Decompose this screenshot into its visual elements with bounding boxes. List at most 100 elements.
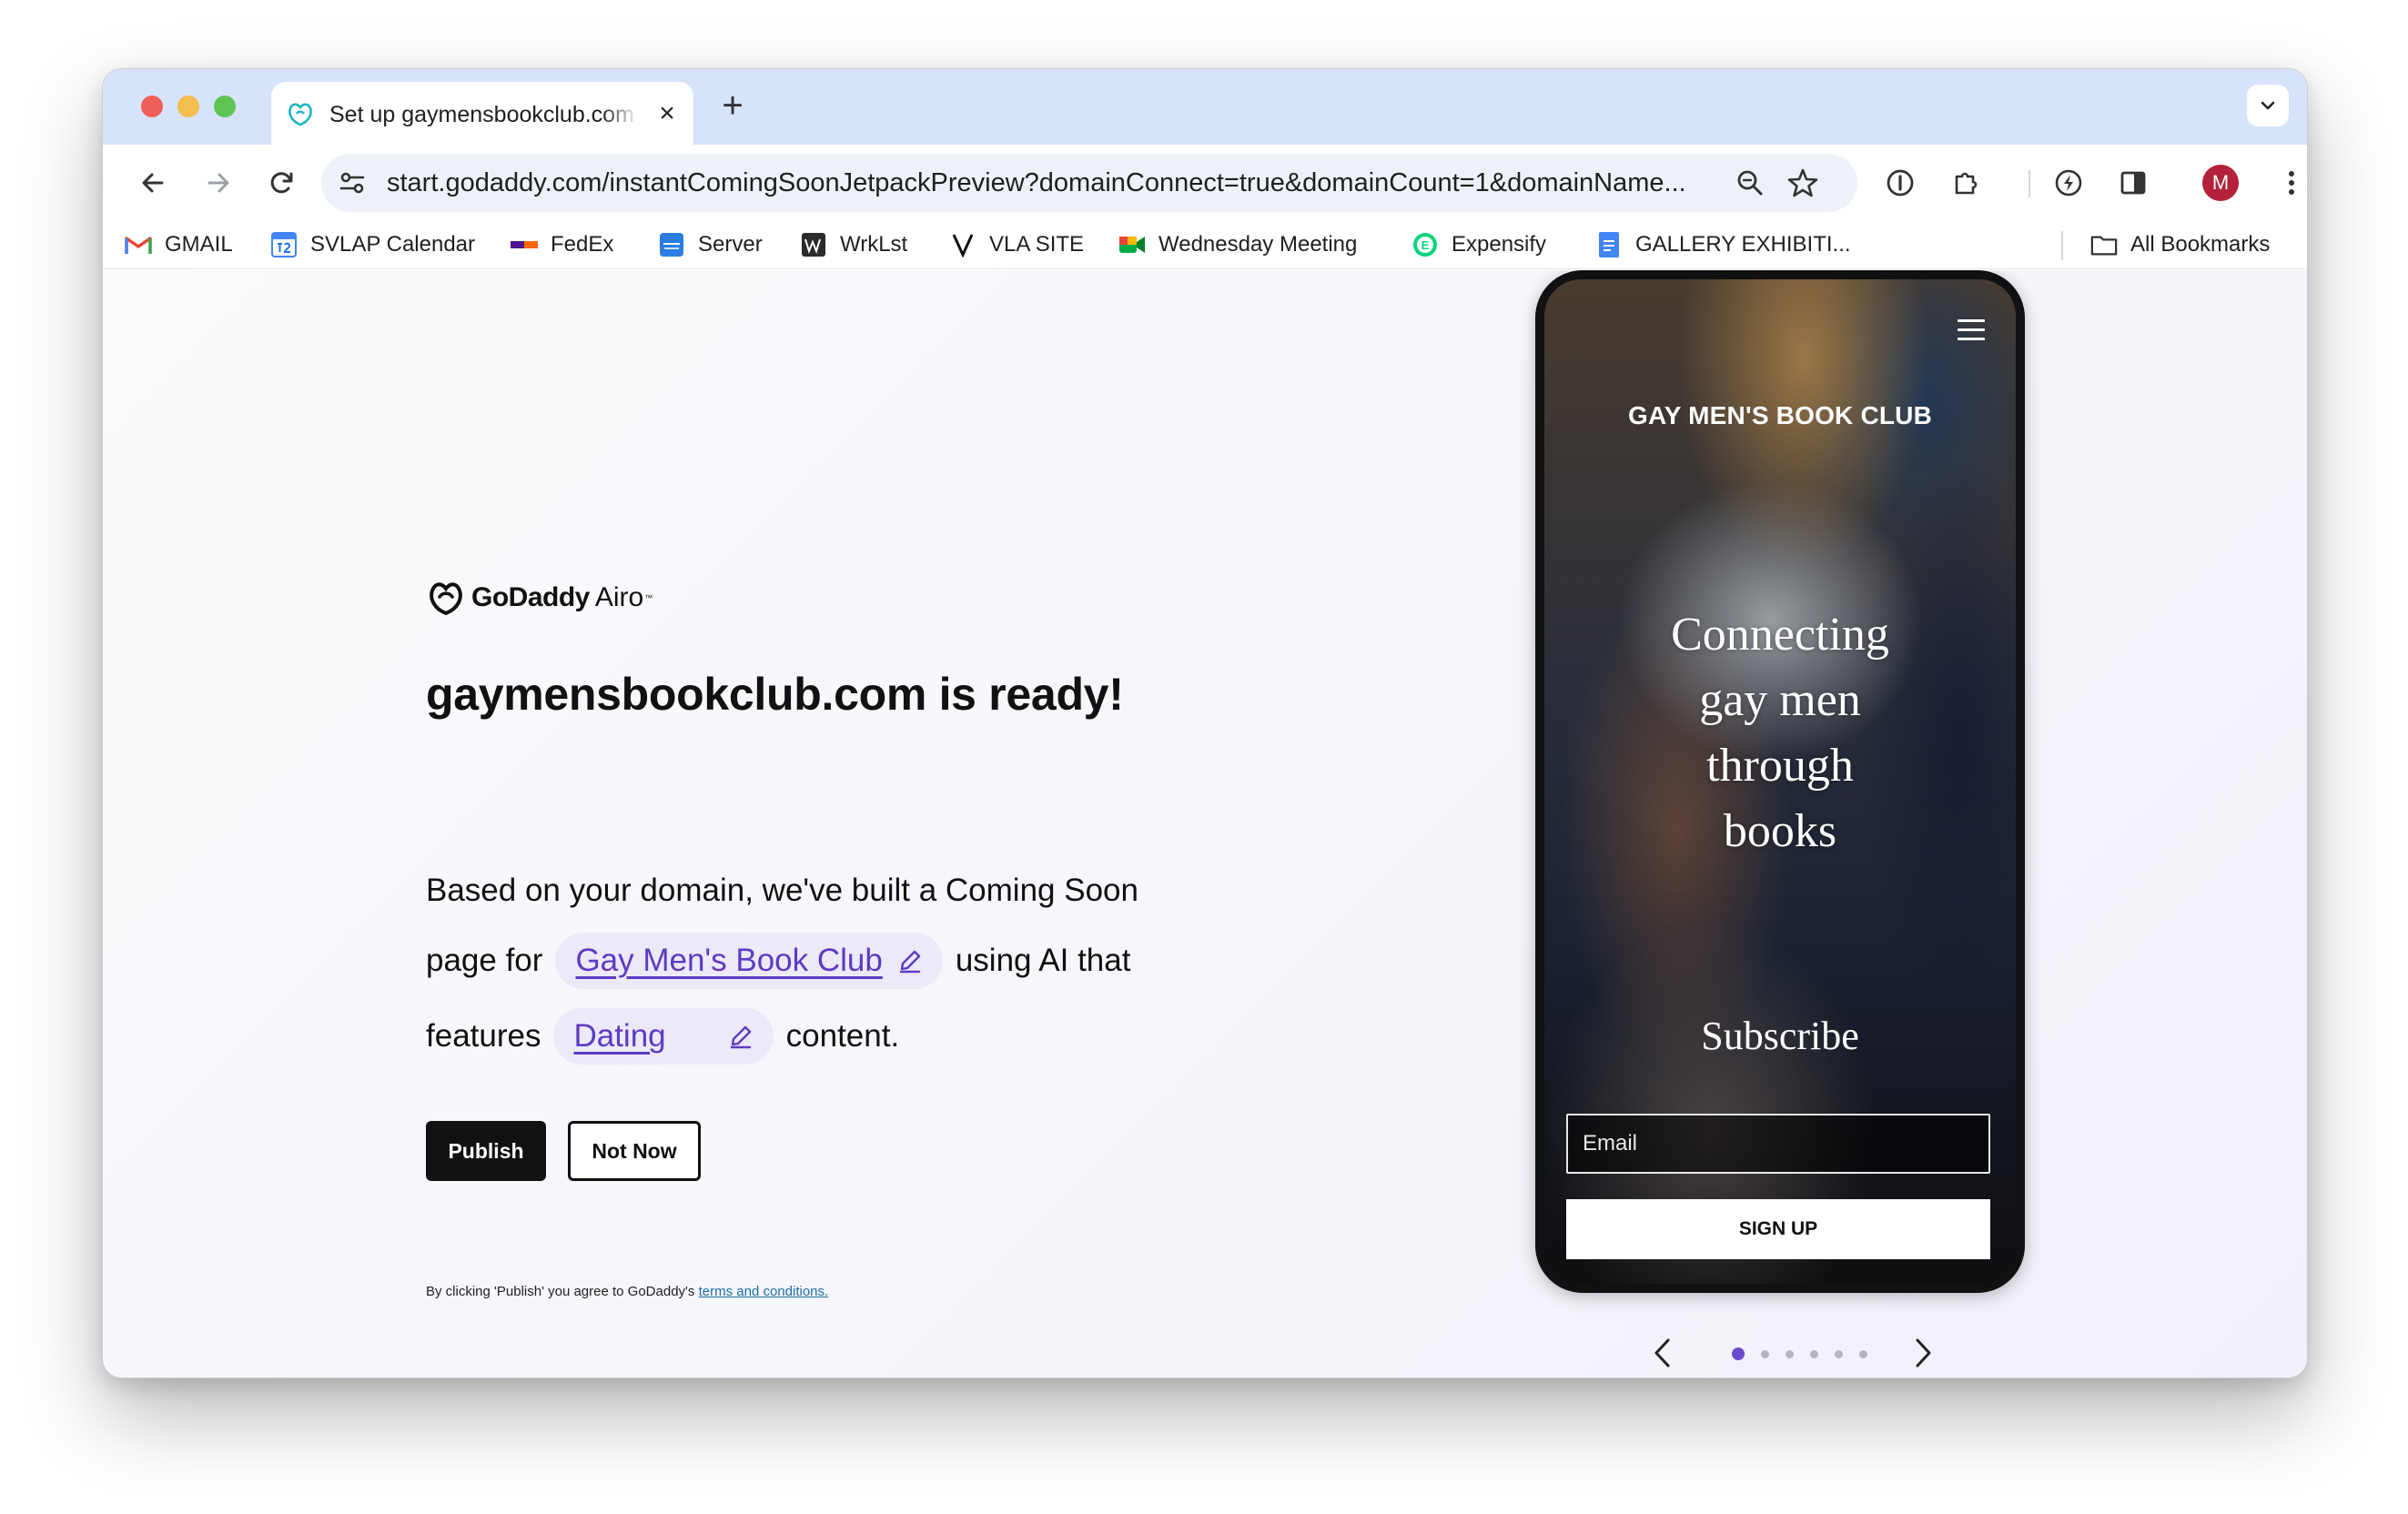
calendar-icon [270, 231, 298, 258]
godaddy-airo-logo: GoDaddy Airo ™ [426, 578, 653, 618]
folder-icon [2090, 231, 2118, 258]
bookmark-label: Wednesday Meeting [1158, 232, 1358, 257]
site-settings-icon[interactable] [338, 168, 367, 197]
svg-text:E: E [1422, 238, 1430, 252]
hamburger-menu-icon[interactable] [1958, 319, 1985, 341]
category-chip[interactable]: Dating [553, 1008, 774, 1065]
bookmark-svlap-calendar[interactable]: SVLAP Calendar [270, 230, 475, 259]
speed-extension-button[interactable] [2049, 164, 2088, 202]
bookmark-server[interactable]: Server [658, 230, 763, 259]
dsm-icon [658, 231, 685, 258]
logo-product: Airo [594, 582, 644, 612]
reload-icon [270, 172, 293, 194]
expensify-icon: E [1411, 231, 1439, 258]
tab-search-button[interactable] [2247, 85, 2289, 126]
pencil-edit-icon[interactable] [897, 948, 923, 974]
puzzle-icon [1955, 172, 1978, 195]
back-button[interactable] [134, 164, 172, 202]
bookmark-expensify[interactable]: E Expensify [1411, 230, 1546, 259]
chevron-down-icon [2261, 101, 2275, 110]
carousel-dot[interactable] [1786, 1349, 1794, 1358]
tab-strip: Set up gaymensbookclub.com × + [103, 69, 2307, 145]
business-name-chip[interactable]: Gay Men's Book Club [555, 933, 943, 989]
bookmarks-bar: GMAIL SVLAP Calendar FedEx Server WrkLst [103, 220, 2307, 269]
description-text: page for [426, 943, 543, 978]
v-icon [949, 231, 976, 258]
profile-avatar[interactable]: M [2202, 165, 2239, 201]
bookmark-gmail[interactable]: GMAIL [125, 230, 233, 259]
subscribe-heading: Subscribe [1701, 1014, 1859, 1058]
bookmark-vla-site[interactable]: VLA SITE [949, 230, 1084, 259]
all-bookmarks-button[interactable]: All Bookmarks [2090, 230, 2270, 259]
password-extension-button[interactable] [1881, 164, 1919, 202]
business-name-text[interactable]: Gay Men's Book Club [575, 943, 882, 979]
tagline-line: gay men [1699, 674, 1861, 726]
carousel-dot-active[interactable] [1732, 1347, 1745, 1360]
legal-text: By clicking 'Publish' you agree to GoDad… [426, 1284, 695, 1299]
bookmark-fedex[interactable]: FedEx [511, 230, 613, 259]
bolt-circle-icon [2055, 169, 2082, 197]
tagline-line: Connecting [1671, 609, 1889, 661]
description-text: using AI that [955, 943, 1131, 978]
tagline-line: through [1706, 740, 1854, 792]
publish-button[interactable]: Publish [426, 1121, 546, 1181]
bookmark-label: Expensify [1452, 232, 1547, 257]
all-bookmarks-label: All Bookmarks [2130, 232, 2271, 257]
wrklst-icon [800, 231, 827, 258]
browser-menu-button[interactable] [2272, 164, 2307, 202]
category-text[interactable]: Dating [573, 1018, 713, 1055]
fedex-icon [511, 231, 538, 258]
close-window-button[interactable] [141, 96, 163, 117]
arrow-left-icon [142, 173, 164, 193]
description-line-3: features Dating content. [426, 1008, 899, 1065]
tab-title: Set up gaymensbookclub.com [329, 102, 634, 127]
page-content: GoDaddy Airo ™ gaymensbookclub.com is re… [103, 270, 2307, 1378]
preview-tagline: Connecting gay men through books [1544, 602, 2016, 864]
page-headline: gaymensbookclub.com is ready! [426, 669, 1124, 720]
bookmarks-separator [2061, 231, 2063, 260]
forward-button[interactable] [199, 164, 238, 202]
info-circle-icon [1887, 169, 1914, 197]
carousel-prev-icon[interactable] [1650, 1337, 1675, 1369]
side-panel-icon [2120, 171, 2146, 195]
meet-icon [1118, 231, 1146, 258]
carousel-dots [1732, 1340, 1884, 1368]
sign-up-button[interactable]: SIGN UP [1566, 1199, 1990, 1259]
description-text: features [426, 1018, 541, 1054]
email-field[interactable]: Email [1566, 1114, 1990, 1174]
preview-site-title: GAY MEN'S BOOK CLUB [1627, 401, 1933, 429]
pencil-edit-icon[interactable] [728, 1024, 754, 1049]
zoom-icon[interactable] [1735, 168, 1765, 197]
logo-wordmark: GoDaddy [471, 582, 590, 612]
carousel-next-icon[interactable] [1910, 1337, 1936, 1369]
bookmark-star-icon[interactable] [1786, 167, 1819, 199]
new-tab-icon[interactable]: + [714, 87, 751, 124]
maximize-window-button[interactable] [214, 96, 236, 117]
address-bar[interactable]: start.godaddy.com/instantComingSoonJetpa… [321, 154, 1857, 212]
tab-active[interactable]: Set up gaymensbookclub.com × [271, 82, 693, 145]
carousel-dot[interactable] [1859, 1349, 1867, 1358]
bookmark-label: Server [698, 232, 763, 257]
tab-close-icon[interactable]: × [653, 100, 681, 127]
gmail-icon [125, 231, 152, 258]
description-line-1: Based on your domain, we've built a Comi… [426, 873, 1138, 909]
url-text[interactable]: start.godaddy.com/instantComingSoonJetpa… [387, 154, 1715, 212]
reload-button[interactable] [263, 164, 301, 202]
description-line-2: page for Gay Men's Book Club using AI th… [426, 933, 1130, 989]
bookmark-gallery-exhibition[interactable]: GALLERY EXHIBITI... [1595, 230, 1851, 259]
carousel-dot[interactable] [1810, 1349, 1818, 1358]
minimize-window-button[interactable] [177, 96, 199, 117]
side-panel-button[interactable] [2114, 164, 2152, 202]
extensions-button[interactable] [1948, 164, 1986, 202]
arrow-right-icon [207, 173, 229, 193]
bookmark-label: WrkLst [840, 232, 908, 257]
bookmark-label: GMAIL [165, 232, 233, 257]
terms-link[interactable]: terms and conditions. [699, 1284, 829, 1299]
carousel-dot[interactable] [1761, 1349, 1769, 1358]
toolbar-separator [2029, 170, 2030, 197]
not-now-button[interactable]: Not Now [568, 1121, 701, 1181]
more-vertical-icon [2289, 171, 2294, 195]
carousel-dot[interactable] [1835, 1349, 1843, 1358]
bookmark-wednesday-meeting[interactable]: Wednesday Meeting [1118, 230, 1357, 259]
bookmark-wrklst[interactable]: WrkLst [800, 230, 907, 259]
